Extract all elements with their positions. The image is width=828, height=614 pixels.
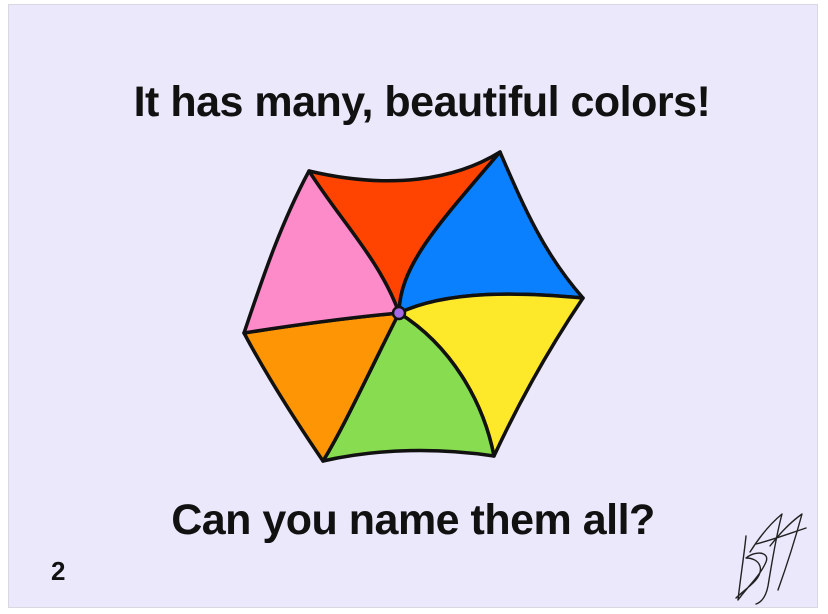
slide-headline: It has many, beautiful colors! [133,78,711,126]
pinwheel-illustration [242,150,585,463]
signature-mark [735,513,807,605]
slide-question: Can you name them all? [171,496,655,544]
page-number: 2 [51,556,66,586]
pinwheel-center [391,305,407,321]
